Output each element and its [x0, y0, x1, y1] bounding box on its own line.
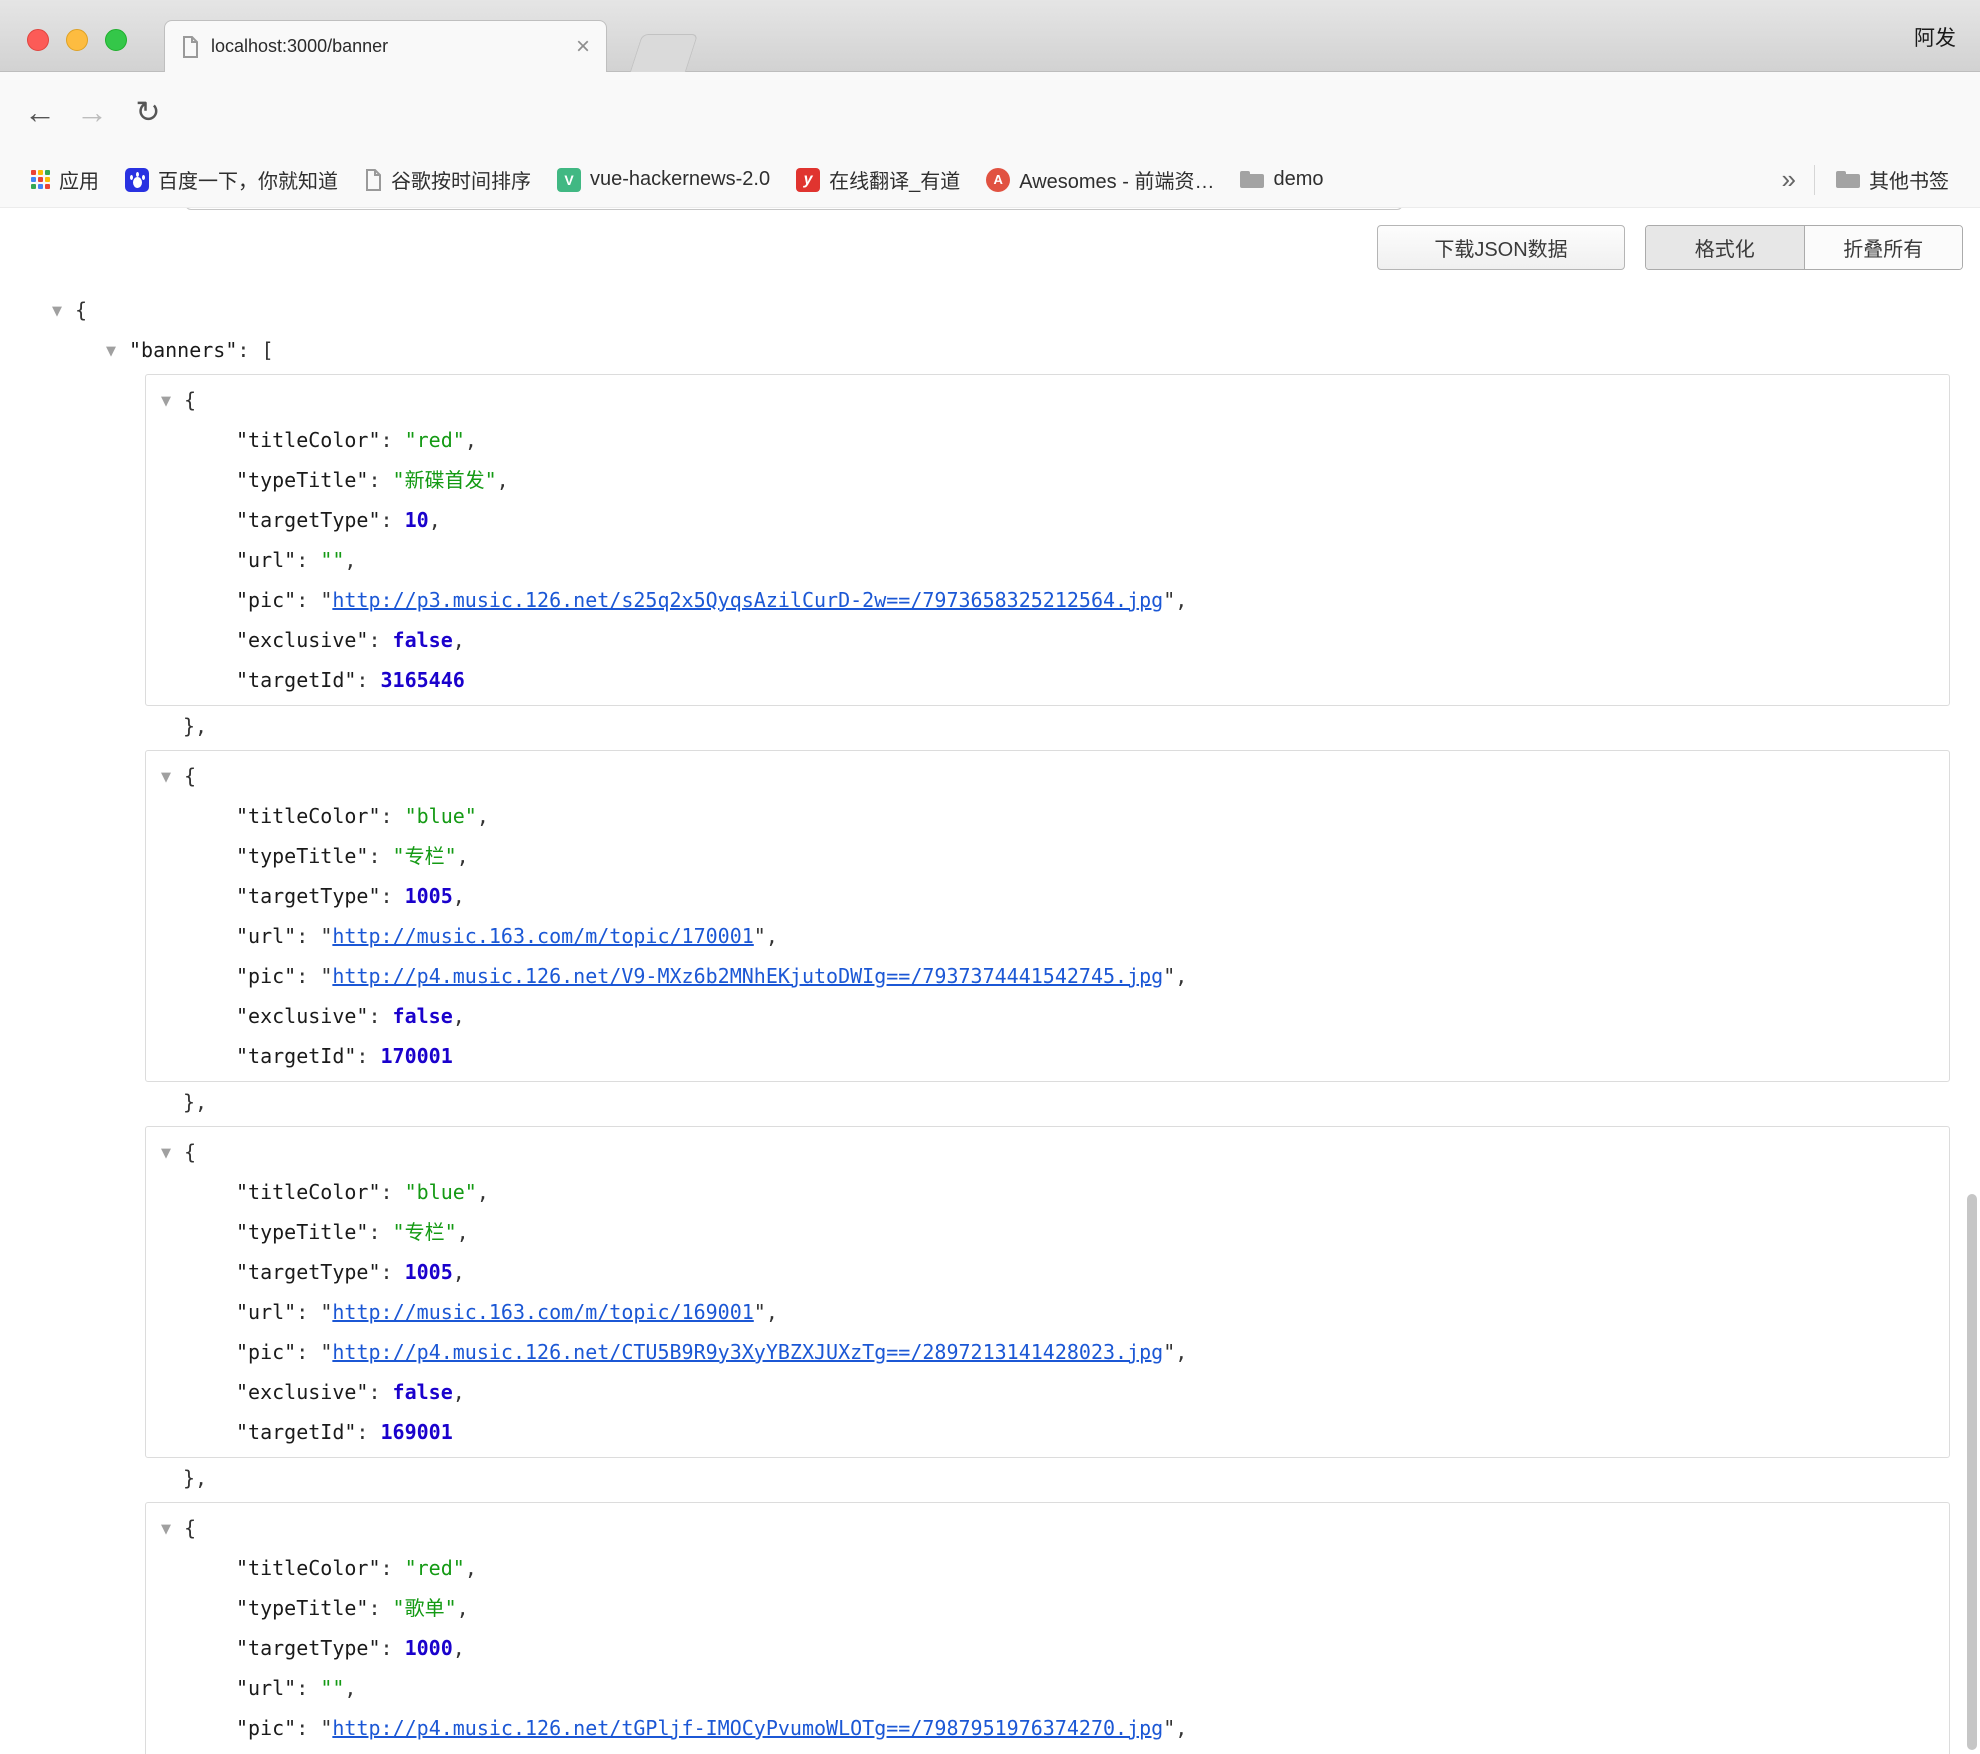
json-property-line: "pic": "http://p4.music.126.net/CTU5B9R9… — [146, 1332, 1949, 1372]
bookmarks-separator — [1814, 165, 1815, 195]
json-property-line: "targetType": 1000, — [146, 1628, 1949, 1668]
bookmark-label: demo — [1273, 168, 1323, 191]
format-button[interactable]: 格式化 — [1646, 226, 1804, 269]
bookmark-label: 在线翻译_有道 — [829, 165, 960, 194]
json-property-line: "targetId": 3165446 — [146, 660, 1949, 700]
bookmark-folder-demo[interactable]: demo — [1227, 168, 1336, 191]
json-property-line: "pic": "http://p4.music.126.net/V9-MXz6b… — [146, 956, 1949, 996]
bookmark-google-sort[interactable]: 谷歌按时间排序 — [351, 165, 544, 194]
collapse-toggle-icon[interactable]: ▼ — [156, 1134, 176, 1174]
folder-icon — [1240, 170, 1264, 189]
bookmark-vue-hackernews[interactable]: V vue-hackernews-2.0 — [544, 168, 783, 192]
traffic-lights — [27, 29, 127, 51]
new-tab-button[interactable] — [630, 34, 698, 72]
json-url-link[interactable]: http://p4.music.126.net/V9-MXz6b2MNhEKju… — [332, 964, 1163, 988]
json-array-item-box: ▼{"titleColor": "red","typeTitle": "新碟首发… — [145, 374, 1950, 706]
collapse-toggle-icon[interactable]: ▼ — [156, 1510, 176, 1550]
close-window-button[interactable] — [27, 29, 49, 51]
json-property-line: "titleColor": "red", — [146, 420, 1949, 460]
json-property-line: "pic": "http://p4.music.126.net/tGPljf-I… — [146, 1708, 1949, 1748]
zoom-window-button[interactable] — [105, 29, 127, 51]
bookmark-awesomes[interactable]: A Awesomes - 前端资… — [973, 165, 1227, 194]
json-property-line: "exclusive": false, — [146, 620, 1949, 660]
json-property-line: "url": "http://music.163.com/m/topic/169… — [146, 1292, 1949, 1332]
youdao-icon: y — [796, 168, 820, 192]
json-property-line: "targetId": 170001 — [146, 1036, 1949, 1076]
page-icon — [364, 169, 382, 191]
json-property-line: "exclusive": false, — [146, 996, 1949, 1036]
json-url-link[interactable]: http://music.163.com/m/topic/170001 — [332, 924, 753, 948]
browser-window: localhost:3000/banner × 阿发 ← → ↻ i local… — [0, 0, 1980, 1754]
other-bookmarks-label: 其他书签 — [1869, 165, 1949, 194]
apps-label: 应用 — [59, 165, 99, 194]
collapse-toggle-icon[interactable]: ▼ — [156, 758, 176, 798]
json-property-line: "targetType": 1005, — [146, 876, 1949, 916]
json-property-line: "exclusive": false, — [146, 1372, 1949, 1412]
json-property-line: "targetType": 1005, — [146, 1252, 1949, 1292]
bookmark-baidu[interactable]: 百度一下，你就知道 — [112, 165, 351, 194]
bookmark-label: 百度一下，你就知道 — [158, 165, 338, 194]
json-property-line: "typeTitle": "新碟首发", — [146, 460, 1949, 500]
json-property-line: "titleColor": "blue", — [146, 796, 1949, 836]
refresh-button[interactable]: ↻ — [126, 72, 170, 152]
minimize-window-button[interactable] — [66, 29, 88, 51]
vue-icon: V — [557, 168, 581, 192]
bookmarks-overflow-icon[interactable]: » — [1772, 164, 1806, 195]
json-array-item-box: ▼{"titleColor": "blue","typeTitle": "专栏"… — [145, 750, 1950, 1082]
back-button[interactable]: ← — [18, 72, 62, 152]
json-property-line: "exclusive": false — [146, 1748, 1949, 1754]
collapse-all-button[interactable]: 折叠所有 — [1804, 226, 1963, 269]
json-property-line: "url": "", — [146, 1668, 1949, 1708]
bookmark-label: 谷歌按时间排序 — [391, 165, 531, 194]
apps-shortcut[interactable]: 应用 — [18, 165, 112, 194]
page-favicon-icon — [181, 36, 199, 58]
json-property-line: "pic": "http://p3.music.126.net/s25q2x5Q… — [146, 580, 1949, 620]
json-url-link[interactable]: http://p4.music.126.net/CTU5B9R9y3XyYBZX… — [332, 1340, 1163, 1364]
json-property-line: "targetId": 169001 — [146, 1412, 1949, 1452]
baidu-icon — [125, 168, 149, 192]
bookmarks-bar: 应用 百度一下，你就知道 谷歌按时间排序 V vue-hackernews-2.… — [0, 152, 1980, 208]
browser-tab[interactable]: localhost:3000/banner × — [164, 20, 607, 72]
awesomes-icon: A — [986, 168, 1010, 192]
json-url-link[interactable]: http://music.163.com/m/topic/169001 — [332, 1300, 753, 1324]
collapse-toggle-icon[interactable]: ▼ — [101, 332, 121, 372]
json-property-line: "titleColor": "blue", — [146, 1172, 1949, 1212]
apps-grid-icon — [31, 170, 50, 189]
format-collapse-button-group: 格式化 折叠所有 — [1645, 225, 1963, 270]
tab-title: localhost:3000/banner — [211, 36, 564, 57]
json-url-link[interactable]: http://p3.music.126.net/s25q2x5QyqsAzilC… — [332, 588, 1163, 612]
json-url-link[interactable]: http://p4.music.126.net/tGPljf-IMOCyPvum… — [332, 1716, 1163, 1740]
json-property-line: "typeTitle": "专栏", — [146, 836, 1949, 876]
other-bookmarks-folder[interactable]: 其他书签 — [1823, 165, 1962, 194]
json-array-item-box: ▼{"titleColor": "red","typeTitle": "歌单",… — [145, 1502, 1950, 1754]
json-property-line: "targetType": 10, — [146, 500, 1949, 540]
titlebar: localhost:3000/banner × 阿发 — [0, 0, 1980, 72]
bookmark-label: vue-hackernews-2.0 — [590, 168, 770, 191]
json-property-line: "titleColor": "red", — [146, 1548, 1949, 1588]
json-array-item-box: ▼{"titleColor": "blue","typeTitle": "专栏"… — [145, 1126, 1950, 1458]
folder-icon — [1836, 170, 1860, 189]
bookmark-label: Awesomes - 前端资… — [1019, 165, 1214, 194]
tab-close-icon[interactable]: × — [576, 35, 590, 59]
download-json-button[interactable]: 下载JSON数据 — [1377, 225, 1625, 270]
bookmark-youdao-translate[interactable]: y 在线翻译_有道 — [783, 165, 973, 194]
forward-button[interactable]: → — [70, 72, 114, 152]
collapse-toggle-icon[interactable]: ▼ — [156, 382, 176, 422]
nav-toolbar: ← → ↻ i localhost:3000/banner ☆ V en FE … — [0, 72, 1980, 152]
json-property-line: "typeTitle": "专栏", — [146, 1212, 1949, 1252]
json-property-line: "url": "http://music.163.com/m/topic/170… — [146, 916, 1949, 956]
collapse-toggle-icon[interactable]: ▼ — [47, 292, 67, 332]
json-tree: ▼{▼"banners": [▼{"titleColor": "red","ty… — [0, 290, 1980, 1754]
browser-profile-name: 阿发 — [1914, 22, 1956, 52]
json-property-line: "url": "", — [146, 540, 1949, 580]
json-property-line: "typeTitle": "歌单", — [146, 1588, 1949, 1628]
scrollbar-thumb[interactable] — [1967, 1194, 1977, 1750]
